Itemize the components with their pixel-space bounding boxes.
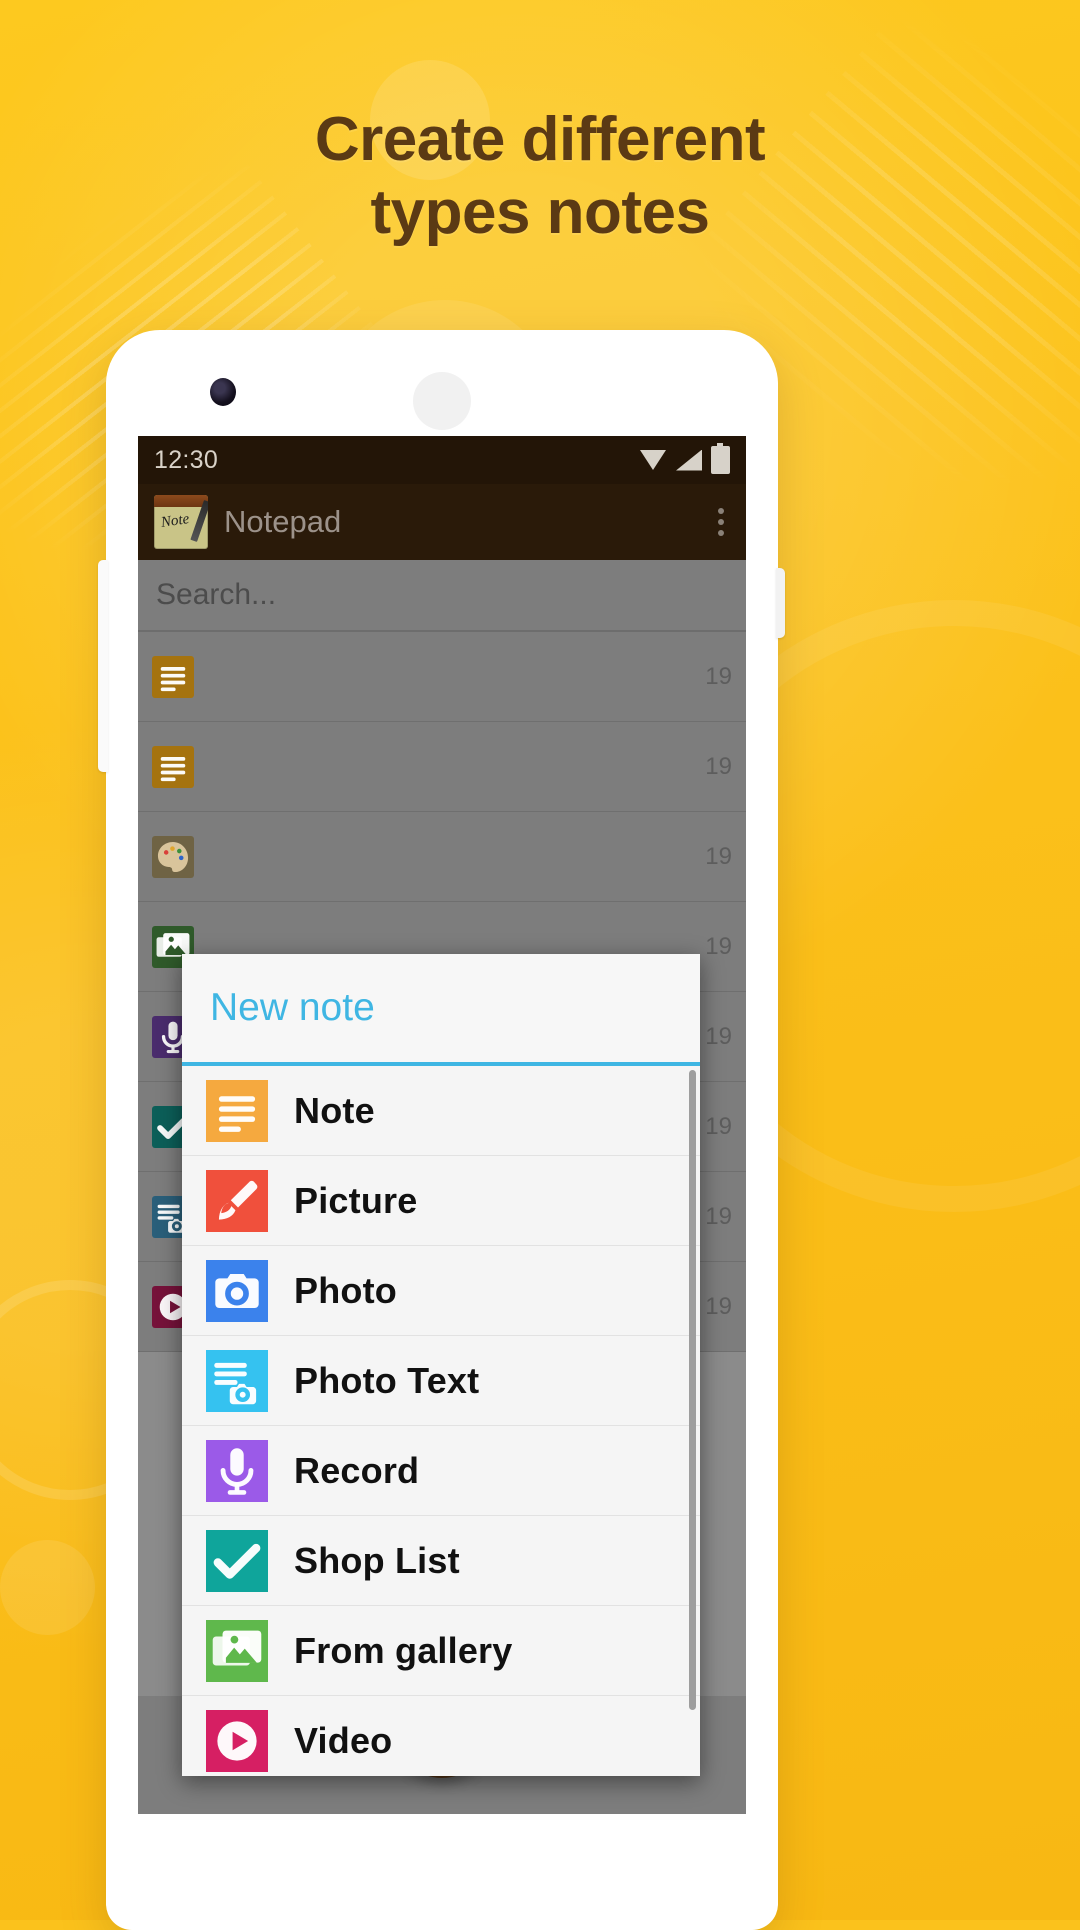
note-lines-icon	[206, 1079, 268, 1142]
photo-text-icon	[206, 1350, 268, 1412]
dialog-scrollbar[interactable]	[689, 1070, 696, 1710]
new-note-option-label: Picture	[294, 1179, 418, 1221]
paintbrush-icon	[206, 1170, 268, 1232]
headline-line-1: Create different	[314, 105, 766, 174]
phone-power-button	[776, 568, 785, 638]
new-note-option-label: Record	[294, 1449, 420, 1491]
gallery-icon	[206, 1620, 268, 1682]
new-note-option-label: Video	[294, 1719, 393, 1761]
dialog-title: New note	[210, 986, 375, 1029]
camera-icon	[206, 1260, 268, 1322]
camera-icon	[206, 1259, 268, 1322]
dialog-title-bar: New note	[182, 954, 700, 1066]
new-note-option-photo[interactable]: Photo	[182, 1246, 700, 1336]
check-icon	[206, 1529, 268, 1592]
phone-volume-button	[98, 560, 108, 772]
background-blob	[0, 1540, 95, 1635]
new-note-option-label: Photo	[294, 1269, 397, 1311]
new-note-option-from-gallery[interactable]: From gallery	[182, 1606, 700, 1696]
phone-speaker	[413, 372, 471, 430]
check-icon	[206, 1530, 268, 1592]
new-note-option-picture[interactable]: Picture	[182, 1156, 700, 1246]
new-note-options-list: Note Picture Photo Photo Text Record Shop Lis…	[182, 1066, 700, 1776]
new-note-option-shop-list[interactable]: Shop List	[182, 1516, 700, 1606]
phone-front-camera	[210, 378, 236, 406]
video-play-icon	[206, 1710, 268, 1772]
gallery-icon	[206, 1619, 268, 1682]
video-play-icon	[206, 1709, 268, 1772]
new-note-option-record[interactable]: Record	[182, 1426, 700, 1516]
microphone-icon	[206, 1439, 268, 1502]
new-note-option-photo-text[interactable]: Photo Text	[182, 1336, 700, 1426]
headline-line-2: types notes	[370, 177, 710, 247]
new-note-option-label: From gallery	[294, 1629, 513, 1671]
microphone-icon	[206, 1440, 268, 1502]
new-note-option-label: Photo Text	[294, 1359, 480, 1401]
new-note-dialog: New note Note Picture Photo Photo Text Recor…	[182, 954, 700, 1776]
new-note-option-video[interactable]: Video	[182, 1696, 700, 1776]
promo-headline: Create different types notes	[0, 104, 1080, 249]
new-note-option-label: Shop List	[294, 1539, 460, 1581]
new-note-option-note[interactable]: Note	[182, 1066, 700, 1156]
phone-screen: 12:30 Note Notepad Search... 19 19 19 19 19 1…	[138, 436, 746, 1814]
photo-text-icon	[206, 1349, 268, 1412]
new-note-option-label: Note	[294, 1089, 375, 1131]
paintbrush-icon	[206, 1169, 268, 1232]
phone-mockup: 12:30 Note Notepad Search... 19 19 19 19 19 1…	[98, 330, 785, 1930]
note-lines-icon	[206, 1080, 268, 1142]
